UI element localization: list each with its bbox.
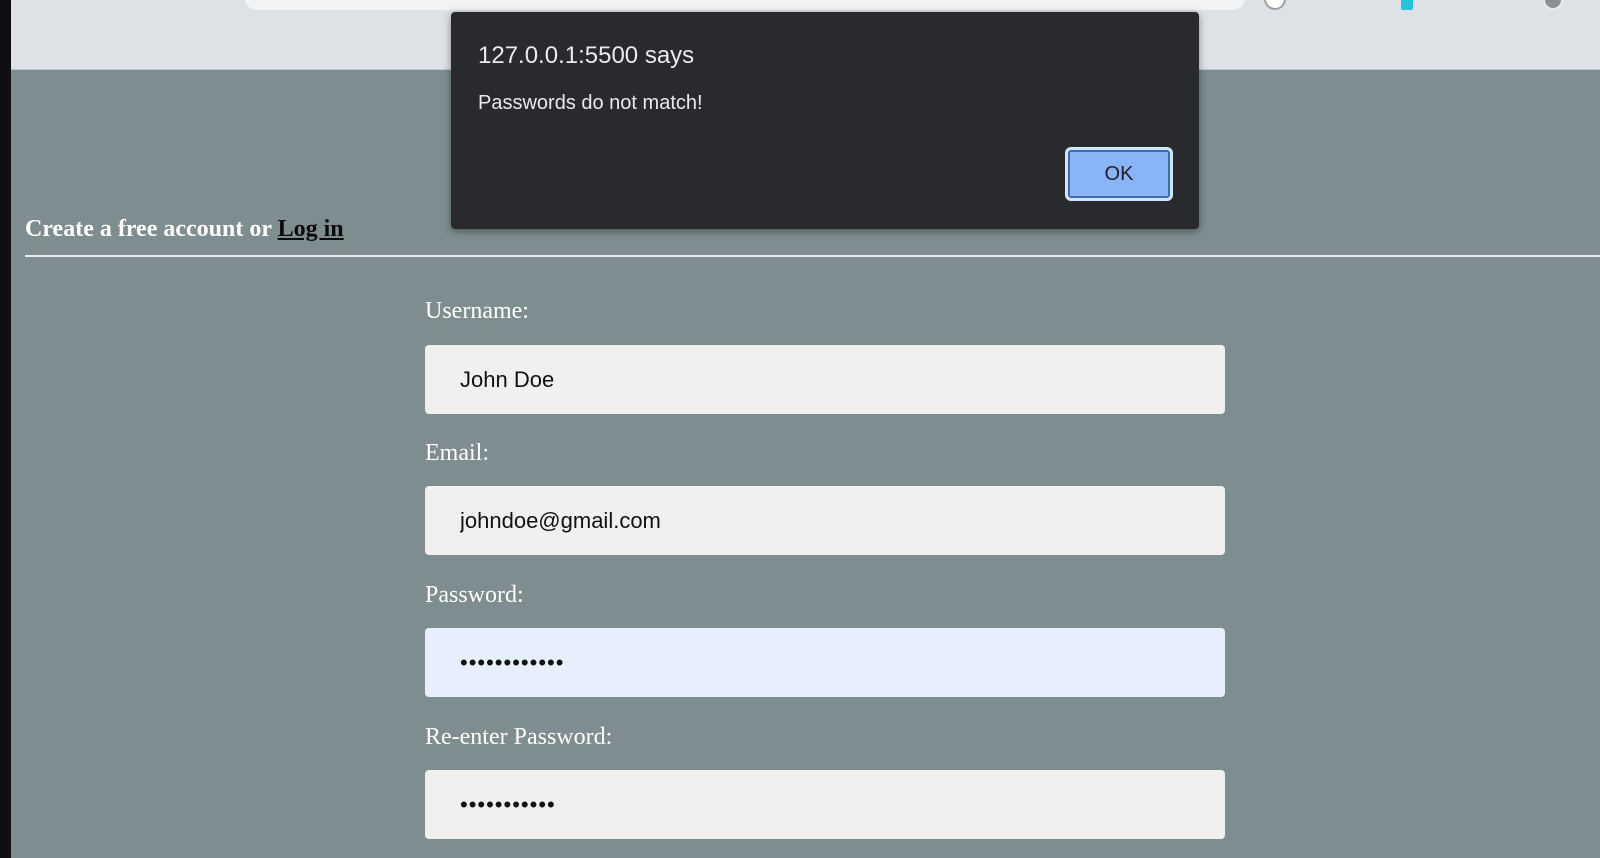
reenter-password-label: Re-enter Password: [425, 724, 613, 750]
password-label: Password: [425, 582, 524, 608]
heading-divider [25, 255, 1600, 257]
alert-message: Passwords do not match! [478, 92, 703, 114]
toolbar-button-icon[interactable] [1264, 0, 1286, 10]
heading-text: Create a free account or [25, 216, 278, 242]
reenter-password-input[interactable] [425, 770, 1225, 839]
password-input[interactable] [425, 628, 1225, 697]
address-bar[interactable] [245, 0, 1245, 10]
email-input[interactable] [425, 486, 1225, 555]
username-label: Username: [425, 298, 529, 324]
email-label: Email: [425, 440, 489, 466]
extension-icon[interactable] [1401, 0, 1413, 10]
alert-title: 127.0.0.1:5500 says [478, 42, 695, 69]
alert-dialog: 127.0.0.1:5500 says Passwords do not mat… [451, 12, 1199, 229]
window-left-edge [0, 0, 11, 858]
login-link[interactable]: Log in [278, 216, 344, 242]
username-input[interactable] [425, 345, 1225, 414]
profile-avatar-icon[interactable] [1543, 0, 1563, 10]
ok-button[interactable]: OK [1065, 147, 1173, 201]
page-heading: Create a free account or Log in [25, 216, 344, 243]
